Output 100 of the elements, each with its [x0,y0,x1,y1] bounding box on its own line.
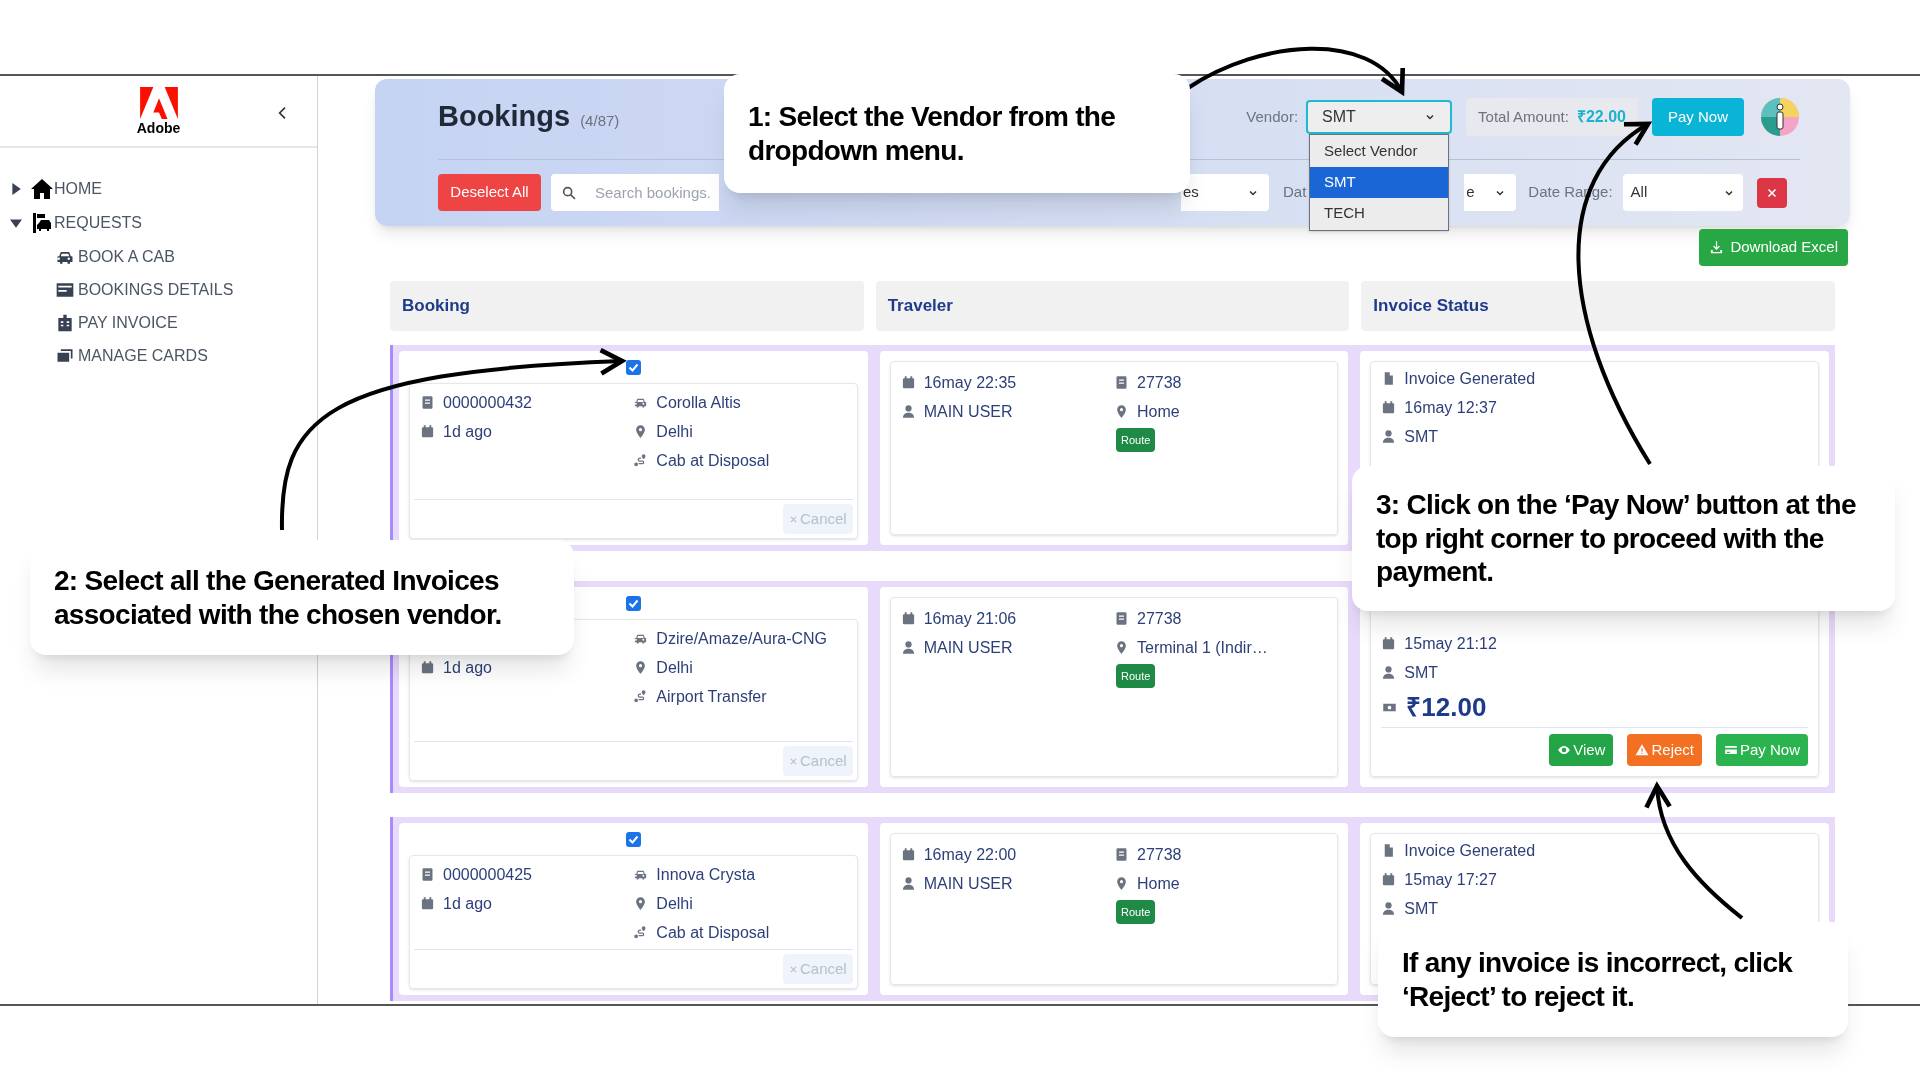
dropdown-option[interactable]: SMT [1310,167,1449,198]
pickup-place: Terminal 1 (Indir… [1137,637,1268,658]
deselect-all-button[interactable]: Deselect All [438,174,541,211]
car-model: Innova Crysta [656,864,756,885]
close-icon [788,756,798,766]
dropdown-option[interactable]: Select Vendor [1310,136,1449,167]
trip-time: 16may 22:35 [923,372,1017,393]
booking-age: 1d ago [443,893,492,914]
user-icon [1381,429,1397,444]
map-pin-icon [1114,876,1129,891]
pickup-place: Home [1137,873,1180,894]
trip-time: 16may 21:06 [923,608,1017,629]
row-checkbox[interactable] [625,360,641,375]
trip-type: Airport Transfer [656,686,767,707]
invoice-status: Invoice Generated [1404,840,1536,861]
vendor-label: Vendor: [1246,106,1299,127]
close-icon [788,964,798,974]
caret-down-icon[interactable] [10,217,22,229]
user-icon [900,640,916,655]
nav-item[interactable]: HOME [54,177,102,201]
invoice-vendor: SMT [1404,426,1439,447]
search-field[interactable]: Search bookings. [551,174,719,211]
user-icon [900,404,916,419]
date-range-select[interactable]: All [1622,174,1743,211]
close-icon [788,514,798,524]
calendar-icon [900,611,916,626]
route-badge[interactable]: Route [1116,663,1156,689]
download-excel-button[interactable]: Download Excel [1699,229,1848,266]
calendar-icon [420,896,435,911]
traveler-name: MAIN USER [923,637,1013,658]
car-model: Dzire/Amaze/Aura-CNG [656,628,828,649]
reject-button[interactable]: Reject [1627,734,1702,766]
filter-select[interactable]: e [1464,174,1517,211]
calendar-icon [1381,400,1397,415]
view-button[interactable]: View [1549,734,1614,766]
map-pin-icon [1114,404,1129,419]
invoice-status: Invoice Generated [1404,368,1536,389]
row-checkbox[interactable] [625,832,641,847]
calendar-icon [900,847,916,862]
total-value: ₹22.00 [1576,107,1626,127]
logo-icon [137,87,180,121]
booking-age: 1d ago [443,421,492,442]
city: Delhi [656,893,693,914]
pay-now-button[interactable]: Pay Now [1716,734,1808,766]
user-icon [1381,665,1397,680]
filter-select[interactable]: es [1181,174,1269,211]
eye-icon [1557,743,1572,757]
booking-count: (4/87) [580,111,620,132]
employee-code: 27738 [1137,608,1182,629]
user-icon [900,876,916,891]
nav-item[interactable]: BOOKINGS DETAILS [78,277,234,302]
page-title: Bookings [438,99,571,135]
close-icon [1765,186,1778,199]
filter-label: Dat [1283,182,1307,203]
car-sign-icon [30,211,54,235]
trip-type: Cab at Disposal [656,450,770,471]
caret-right-icon[interactable] [10,183,22,195]
column-header: Booking [390,281,864,331]
map-pin-icon [1114,640,1129,655]
house-icon [30,177,54,201]
warning-icon [1635,743,1650,757]
id-card-icon [420,395,435,410]
route-badge[interactable]: Route [1116,899,1156,925]
nav-item[interactable]: MANAGE CARDS [78,343,208,368]
total-label: Total Amount: [1478,106,1569,127]
calendar-icon [420,660,435,675]
calendar-icon [1381,636,1397,651]
id-card-icon [1114,847,1129,862]
calendar-icon [1381,872,1397,887]
logo-text: Adobe [136,121,181,135]
employee-code: 27738 [1137,844,1182,865]
nav-item[interactable]: PAY INVOICE [78,310,178,335]
booking-id: 0000000432 [443,392,532,413]
download-icon [1709,240,1725,255]
trip-type: Cab at Disposal [656,922,770,943]
nav-item[interactable]: REQUESTS [54,211,142,235]
pickup-place: Home [1137,401,1180,422]
id-card-icon [1114,611,1129,626]
invoice-amount: ₹12.00 [1406,690,1487,724]
city: Delhi [656,657,693,678]
user-icon [1381,901,1397,916]
nav-item[interactable]: BOOK A CAB [78,244,175,269]
traveler-name: MAIN USER [923,873,1013,894]
clear-filter-button[interactable] [1756,177,1787,208]
column-header: Invoice Status [1361,281,1835,331]
booking-id: 0000000425 [443,864,532,885]
row-checkbox[interactable] [625,596,641,611]
route-badge[interactable]: Route [1116,427,1156,453]
credit-card-icon [1724,743,1738,757]
employee-code: 27738 [1137,372,1182,393]
vendor-select[interactable]: SMT [1306,100,1453,134]
callout: If any invoice is incorrect, click ‘Reject’ to reject it. [1378,922,1848,1038]
calendar-icon [420,424,435,439]
invoice-time: 15may 21:12 [1404,633,1497,654]
invoice-vendor: SMT [1404,662,1439,683]
traveler-name: MAIN USER [923,401,1013,422]
callout: 3: Click on the ‘Pay Now’ button at the top right corner to proceed with the payment. [1352,466,1895,611]
avatar[interactable] [1760,97,1800,137]
id-card-icon [420,867,435,882]
dropdown-option[interactable]: TECH [1310,198,1449,229]
